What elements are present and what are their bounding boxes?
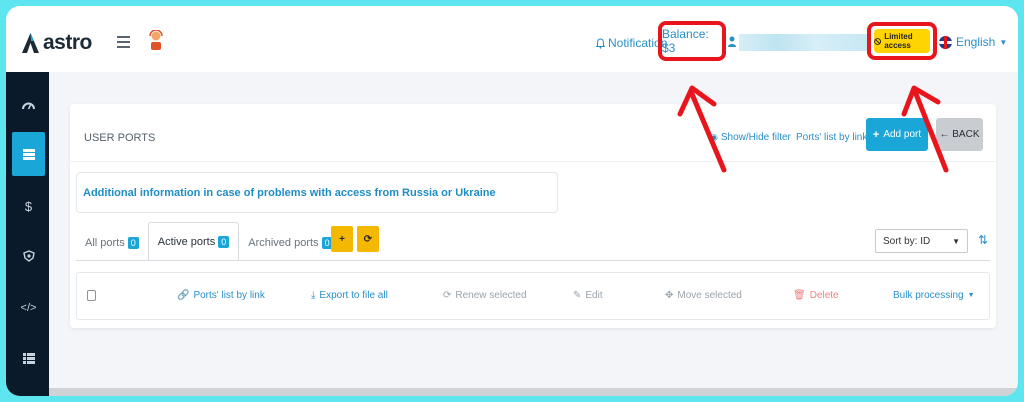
tab-label: All ports: [85, 237, 125, 249]
add-filter-button[interactable]: +: [331, 226, 353, 252]
sidebar-item-billing[interactable]: $: [12, 184, 45, 228]
bell-icon: [596, 37, 605, 49]
select-all-checkbox[interactable]: [87, 290, 96, 301]
limited-access-badge[interactable]: Limited access: [874, 29, 930, 53]
refresh-icon: ⟳: [443, 290, 452, 301]
tab-active-ports[interactable]: Active ports 0: [147, 222, 240, 260]
red-arrow-limited: [901, 85, 949, 173]
notifications-link[interactable]: Notification: [596, 36, 667, 50]
edit-button[interactable]: ✎ Edit: [573, 290, 603, 301]
trash-icon: 🗑: [793, 290, 806, 301]
tab-archived-ports[interactable]: Archived ports 0: [239, 226, 341, 260]
balance-highlight: Balance: $3: [658, 21, 726, 61]
bulk-processing-dropdown[interactable]: Bulk processing ▼: [893, 290, 975, 301]
menu-toggle-icon[interactable]: [117, 36, 130, 48]
export-all-button[interactable]: ⤓ Export to file all: [311, 290, 388, 301]
logo-text: astro: [43, 31, 92, 54]
balance-link[interactable]: Balance: $3: [662, 27, 722, 55]
support-agent-icon[interactable]: [148, 30, 164, 50]
ports-tabs: All ports 0 Active ports 0 Archived port…: [76, 222, 342, 260]
edit-icon: ✎: [573, 290, 582, 301]
language-selector[interactable]: English ▼: [939, 35, 1007, 49]
language-label: English: [956, 35, 996, 49]
bulk-label: Export to file all: [319, 290, 388, 301]
delete-button[interactable]: 🗑 Delete: [793, 290, 839, 301]
tab-label: Archived ports: [248, 237, 319, 249]
info-link-box[interactable]: Additional information in case of proble…: [76, 172, 558, 213]
chevron-down-icon: ▼: [952, 236, 960, 246]
red-arrow-balance: [677, 85, 727, 173]
sidebar-item-api[interactable]: </>: [12, 286, 45, 330]
refresh-icon: ⟳: [363, 233, 373, 245]
bulk-actions-row: 🔗 Ports' list by link ⤓ Export to file a…: [76, 272, 990, 320]
bulk-label: Edit: [585, 290, 603, 301]
sort-select[interactable]: Sort by: ID ▼: [875, 229, 968, 253]
limited-access-label: Limited access: [884, 32, 913, 50]
plus-icon: +: [872, 128, 880, 141]
bulk-label: Bulk processing: [893, 290, 964, 301]
ports-list-by-link-header[interactable]: Ports' list by link: [796, 132, 867, 143]
download-icon: ⤓: [311, 290, 316, 301]
count-badge: 0: [127, 237, 139, 249]
refresh-button[interactable]: ⟳: [357, 226, 379, 252]
move-selected-button[interactable]: ✥ Move selected: [665, 290, 742, 301]
logo[interactable]: astro: [22, 31, 92, 55]
sidebar: $ </>: [6, 72, 49, 396]
info-link[interactable]: Additional information in case of proble…: [83, 187, 496, 199]
user-icon[interactable]: [728, 36, 736, 47]
count-badge: 0: [218, 235, 230, 248]
logo-icon: [22, 33, 39, 53]
dollar-icon: $: [24, 198, 33, 214]
link-icon: 🔗: [177, 290, 190, 301]
bulk-label: Move selected: [677, 290, 742, 301]
sidebar-item-dashboard[interactable]: [12, 82, 45, 126]
sidebar-item-ports[interactable]: [12, 132, 45, 176]
top-bar: astro Notification Balance: $3 Limited a…: [6, 6, 1018, 72]
sort-selected-value: Sort by: ID: [883, 235, 931, 247]
page-title: USER PORTS: [84, 132, 156, 144]
bulk-label: Renew selected: [455, 290, 527, 301]
shield-icon: [22, 250, 35, 262]
bulk-label: Ports' list by link: [193, 290, 265, 301]
code-icon: </>: [20, 302, 37, 314]
blocked-icon: [874, 37, 882, 45]
uk-flag-icon: [939, 35, 952, 49]
divider: [70, 161, 996, 162]
tab-label: Active ports: [157, 235, 216, 248]
sidebar-item-more[interactable]: [12, 336, 45, 380]
bulk-label: Delete: [809, 290, 839, 301]
ports-list-icon: [22, 148, 35, 160]
grid-icon: [22, 352, 35, 364]
tabs-underline: [76, 260, 990, 261]
app-frame: astro Notification Balance: $3 Limited a…: [6, 6, 1018, 396]
renew-selected-button[interactable]: ⟳ Renew selected: [443, 290, 527, 301]
dashboard-icon: [22, 102, 35, 109]
sidebar-item-security[interactable]: [12, 234, 45, 278]
chevron-down-icon: ▼: [999, 37, 1008, 47]
ports-list-by-link-button[interactable]: 🔗 Ports' list by link: [177, 290, 265, 301]
sort-order-icon[interactable]: ⇅: [978, 233, 988, 247]
limited-access-highlight: Limited access: [867, 22, 937, 60]
chevron-down-icon: ▼: [967, 292, 975, 299]
user-ports-card: USER PORTS ◉ Show/Hide filter Ports' lis…: [70, 104, 996, 328]
plus-icon: +: [339, 233, 345, 245]
move-icon: ✥: [665, 290, 674, 301]
horizontal-scrollbar[interactable]: [49, 388, 1018, 396]
tab-all-ports[interactable]: All ports 0: [76, 226, 148, 260]
user-name-redacted[interactable]: [739, 34, 867, 51]
